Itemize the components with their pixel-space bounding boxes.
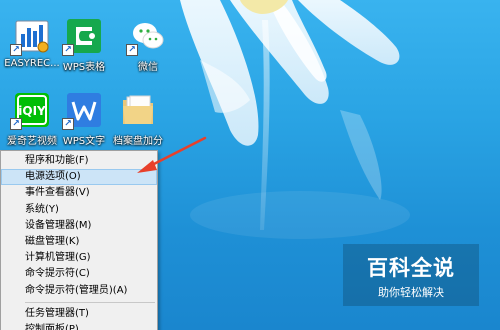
watermark-subtitle: 助你轻松解决 (378, 286, 444, 299)
watermark-title: 百科全说 (367, 256, 455, 280)
desktop: ↗ EASYREC... ↗ WPS表格 ↗ 微信 iQIY ↗ 爱奇艺视频 ↗… (0, 0, 500, 330)
watermark-badge: 百科全说 助你轻松解决 (343, 244, 479, 306)
